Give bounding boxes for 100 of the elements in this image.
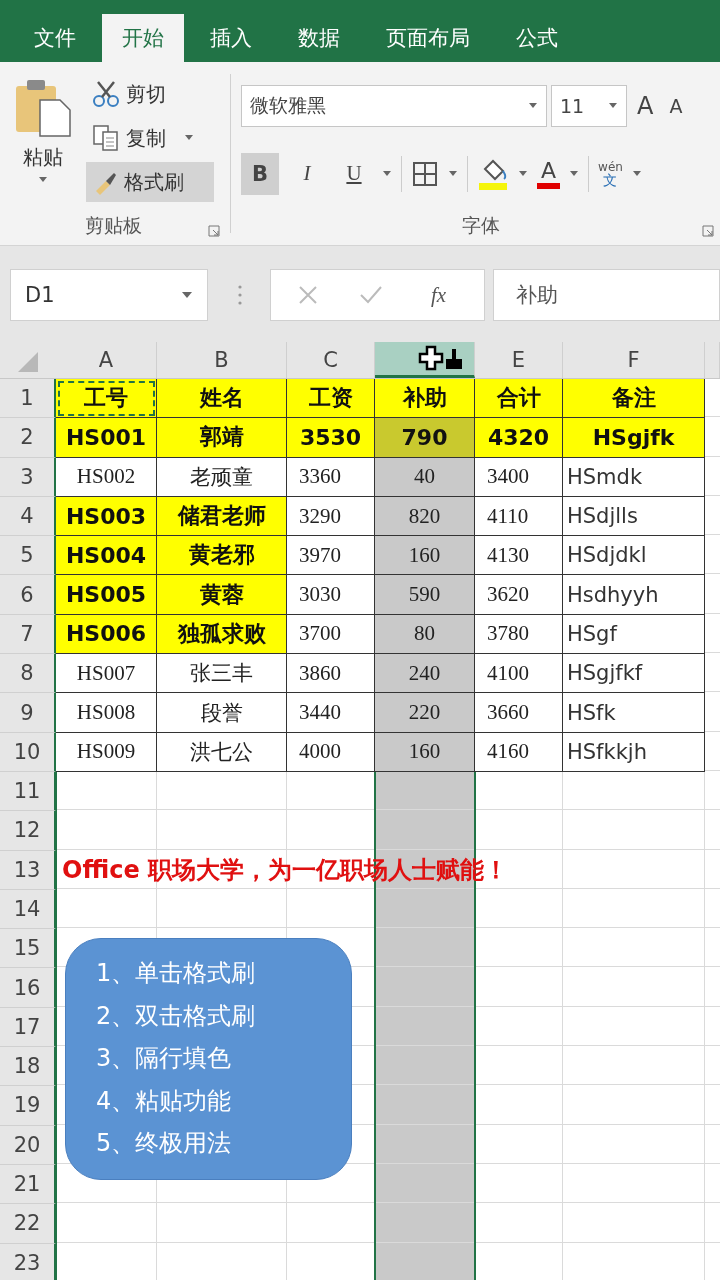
font-size-field[interactable]: 11 <box>551 85 627 127</box>
caret-icon <box>38 177 48 183</box>
table-cell: 4100 <box>475 654 563 694</box>
cut-button[interactable]: 剪切 <box>86 74 214 114</box>
row-header[interactable]: 21 <box>0 1164 56 1205</box>
table-cell: HS003 <box>56 496 157 537</box>
table-cell: HS009 <box>56 732 157 772</box>
row-header[interactable]: 14 <box>0 889 56 930</box>
table-cell: 黄老邪 <box>157 536 287 576</box>
copy-button[interactable]: 复制 <box>86 118 214 158</box>
table-cell: 郭靖 <box>157 418 287 458</box>
column-header[interactable]: E <box>475 342 563 378</box>
ribbon-tab[interactable]: 页面布局 <box>366 14 490 62</box>
row-header[interactable]: 7 <box>0 614 56 655</box>
table-cell: 工资 <box>287 379 375 419</box>
column-header[interactable]: B <box>157 342 287 378</box>
table-cell: HSdjdkl <box>563 536 705 576</box>
caret-icon[interactable] <box>382 170 392 177</box>
table-cell: 4160 <box>475 732 563 772</box>
drag-handle-icon[interactable] <box>237 283 243 307</box>
phonetic-guide-button[interactable]: wén 文 <box>598 160 623 187</box>
caret-icon[interactable] <box>631 170 642 177</box>
row-header[interactable]: 17 <box>0 1007 56 1048</box>
format-painter-button[interactable]: 格式刷 <box>86 162 214 202</box>
row-header[interactable]: 22 <box>0 1204 56 1244</box>
table-cell: 3970 <box>287 536 375 576</box>
row-header[interactable]: 13 <box>0 850 56 890</box>
row-header[interactable]: 20 <box>0 1125 56 1165</box>
check-icon[interactable] <box>359 284 383 306</box>
row-header[interactable]: 1 <box>0 379 56 419</box>
font-style-button[interactable]: B <box>241 152 279 195</box>
dialog-launcher-icon[interactable] <box>208 225 220 237</box>
table-cell: 160 <box>375 732 475 772</box>
row-header[interactable]: 16 <box>0 968 56 1008</box>
font-style-button[interactable]: U <box>335 152 373 195</box>
row-header[interactable]: 11 <box>0 771 56 812</box>
row-header[interactable]: 6 <box>0 575 56 615</box>
table-cell: 黄蓉 <box>157 575 287 615</box>
group-label: 字体 <box>461 213 500 238</box>
table-cell: HS007 <box>56 654 157 694</box>
table-cell: 3660 <box>475 693 563 733</box>
name-box[interactable]: D1 <box>10 269 208 321</box>
ribbon-tab[interactable]: 数据 <box>278 14 360 62</box>
row-header[interactable]: 4 <box>0 496 56 537</box>
paste-icon <box>14 78 72 138</box>
callout-item: 1、单击格式刷 <box>96 958 257 989</box>
font-color-button[interactable]: A <box>537 158 561 189</box>
caret-icon <box>528 103 538 109</box>
table-cell: HS001 <box>56 418 157 458</box>
table-cell: 3360 <box>287 457 375 497</box>
caret-icon <box>608 103 618 109</box>
shrink-font-button[interactable]: A <box>663 95 689 117</box>
table-cell: 独孤求败 <box>157 614 287 655</box>
grow-font-button[interactable]: A <box>631 92 660 120</box>
row-header[interactable]: 3 <box>0 457 56 497</box>
row-header[interactable]: 18 <box>0 1047 56 1087</box>
row-header[interactable]: 19 <box>0 1086 56 1126</box>
table-cell: 3530 <box>287 418 375 458</box>
formula-field[interactable]: 补助 <box>493 269 720 321</box>
table-cell: 4110 <box>475 496 563 537</box>
ribbon-tab[interactable]: 插入 <box>190 14 272 62</box>
table-cell: 40 <box>375 457 475 497</box>
caret-icon <box>181 291 193 299</box>
table-cell: 段誉 <box>157 693 287 733</box>
ribbon-tab[interactable]: 文件 <box>14 14 96 62</box>
column-header[interactable]: F <box>563 342 705 378</box>
row-header[interactable]: 9 <box>0 693 56 733</box>
row-header[interactable]: 5 <box>0 536 56 576</box>
table-cell: HSgjfk <box>563 418 705 458</box>
dialog-launcher-icon[interactable] <box>702 225 714 237</box>
font-style-button[interactable]: I <box>288 152 326 195</box>
row-header[interactable]: 15 <box>0 929 56 969</box>
callout-item: 4、粘贴功能 <box>96 1085 233 1117</box>
row-header[interactable]: 10 <box>0 732 56 772</box>
table-cell: Hsdhyyh <box>563 575 705 615</box>
column-header[interactable]: A <box>56 342 157 378</box>
caret-icon[interactable] <box>448 170 458 177</box>
table-cell: 80 <box>375 614 475 655</box>
table-cell: 4320 <box>475 418 563 458</box>
table-cell: HSgjfkf <box>563 654 705 694</box>
table-cell: HS004 <box>56 536 157 576</box>
caret-icon[interactable] <box>569 170 580 177</box>
table-cell: 3440 <box>287 693 375 733</box>
group-label: 剪贴板 <box>84 213 142 238</box>
table-cell: 3620 <box>475 575 563 615</box>
table-cell: HSfk <box>563 693 705 733</box>
font-name-field[interactable]: 微软雅黑 <box>241 85 547 127</box>
ribbon-tab[interactable]: 开始 <box>102 14 184 62</box>
row-header[interactable]: 12 <box>0 811 56 851</box>
table-cell: 240 <box>375 654 475 694</box>
row-header[interactable]: 8 <box>0 654 56 694</box>
paste-button[interactable]: 粘贴 <box>0 72 86 207</box>
ribbon-tab[interactable]: 公式 <box>496 14 578 62</box>
caret-icon[interactable] <box>518 170 528 177</box>
table-cell: 3700 <box>287 614 375 655</box>
borders-icon[interactable] <box>411 159 439 188</box>
table-cell: HSfkkjh <box>563 732 705 772</box>
insert-function-button[interactable]: fx <box>431 282 447 308</box>
row-header[interactable]: 2 <box>0 418 56 458</box>
table-cell: 220 <box>375 693 475 733</box>
